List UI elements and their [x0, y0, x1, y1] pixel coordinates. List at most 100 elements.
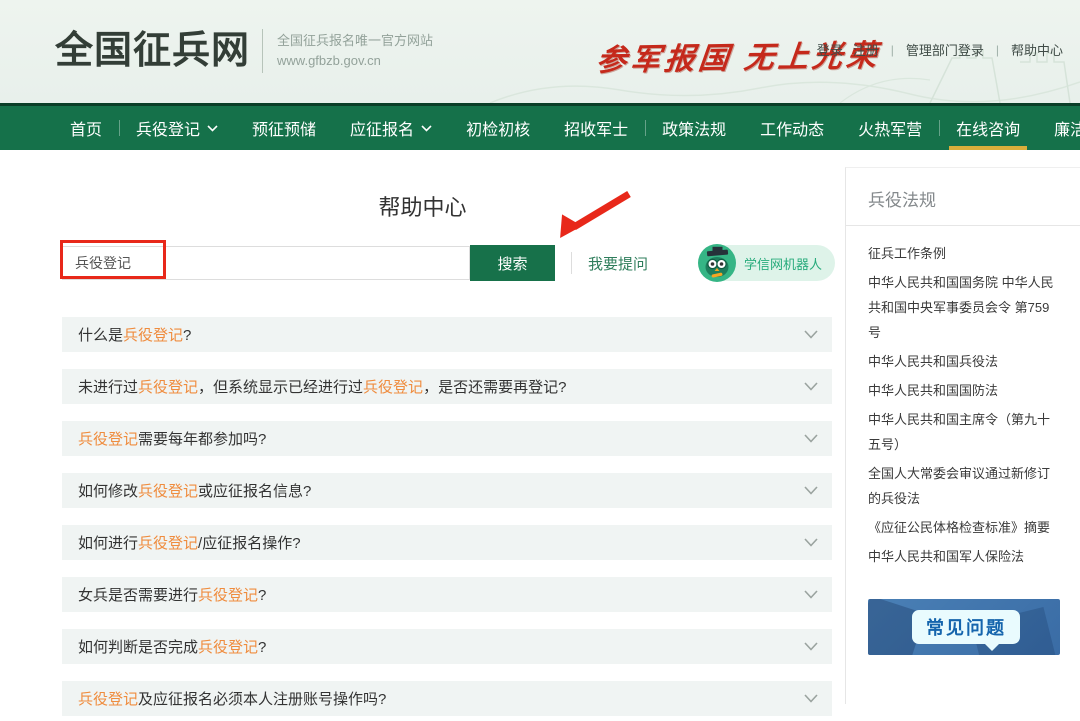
- search-input[interactable]: [62, 246, 470, 280]
- sidebar: 兵役法规 征兵工作条例中华人民共和国国务院 中华人民共和国中央军事委员会令 第7…: [845, 167, 1080, 704]
- highlighted-keyword: 兵役登记: [198, 587, 258, 604]
- logo-divider: [262, 29, 263, 73]
- faq-question: 未进行过兵役登记，但系统显示已经进行过兵役登记，是否还需要再登记?: [78, 376, 566, 397]
- nav-item-work-updates[interactable]: 工作动态: [743, 106, 841, 150]
- search-row: 搜索 我要提问 学信网机: [62, 245, 835, 281]
- chsi-robot-button[interactable]: 学信网机器人: [699, 245, 835, 281]
- nav-item-label: 火热军营: [858, 116, 922, 140]
- site-tagline: 全国征兵报名唯一官方网站 www.gfbzb.gov.cn: [277, 31, 433, 71]
- highlighted-keyword: 兵役登记: [78, 431, 138, 448]
- site-logo: 全国征兵网: [55, 27, 250, 75]
- nav-item-online-consultation[interactable]: 在线咨询: [939, 106, 1037, 150]
- question-text: ?: [183, 327, 191, 344]
- page: 全国征兵网 全国征兵报名唯一官方网站 www.gfbzb.gov.cn 参军报国…: [0, 0, 1080, 721]
- sidebar-links: 征兵工作条例中华人民共和国国务院 中华人民共和国中央军事委员会令 第759号中华…: [868, 241, 1062, 569]
- faq-question: 如何修改兵役登记或应征报名信息?: [78, 480, 311, 501]
- ask-question-link[interactable]: 我要提问: [588, 253, 648, 274]
- register-link[interactable]: 注册: [853, 40, 879, 59]
- nav-item-label: 初检初核: [466, 116, 530, 140]
- question-text: ?: [258, 587, 266, 604]
- faq-question: 兵役登记及应征报名必须本人注册账号操作吗?: [78, 688, 386, 709]
- chevron-down-icon: [804, 538, 818, 547]
- question-text: ，但系统显示已经进行过: [198, 379, 363, 396]
- nav-item-label: 在线咨询: [956, 116, 1020, 140]
- header-links: 登录注册 | 管理部门登录 | 帮助中心: [812, 40, 1068, 59]
- admin-login-link[interactable]: 管理部门登录: [906, 40, 984, 59]
- question-text: 需要每年都参加吗?: [138, 431, 266, 448]
- chevron-down-icon: [207, 125, 218, 132]
- site-header: 全国征兵网 全国征兵报名唯一官方网站 www.gfbzb.gov.cn 参军报国…: [0, 0, 1080, 103]
- faq-banner[interactable]: 常见问题: [868, 599, 1060, 655]
- chevron-down-icon: [804, 382, 818, 391]
- faq-item[interactable]: 如何进行兵役登记/应征报名操作?: [62, 525, 832, 560]
- faq-question: 如何判断是否完成兵役登记?: [78, 636, 266, 657]
- nav-item-label: 廉洁举报: [1054, 116, 1080, 140]
- question-text: 如何判断是否完成: [78, 639, 198, 656]
- nav-item-pre-recruitment-reserve[interactable]: 预征预储: [235, 106, 333, 150]
- nav-item-enlistment-application[interactable]: 应征报名: [333, 106, 449, 150]
- faq-item[interactable]: 未进行过兵役登记，但系统显示已经进行过兵役登记，是否还需要再登记?: [62, 369, 832, 404]
- nav-item-label: 工作动态: [760, 116, 824, 140]
- question-text: 及应征报名必须本人注册账号操作吗?: [138, 691, 386, 708]
- chevron-down-icon: [804, 330, 818, 339]
- faq-list: 什么是兵役登记?未进行过兵役登记，但系统显示已经进行过兵役登记，是否还需要再登记…: [62, 317, 832, 716]
- faq-banner-bubble: 常见问题: [912, 610, 1020, 644]
- faq-question: 女兵是否需要进行兵役登记?: [78, 584, 266, 605]
- faq-item[interactable]: 什么是兵役登记?: [62, 317, 832, 352]
- divider: [571, 252, 572, 274]
- highlighted-keyword: 兵役登记: [78, 691, 138, 708]
- nav-item-initial-exam-review[interactable]: 初检初核: [449, 106, 547, 150]
- help-center-panel: 帮助中心 搜索 我要提问: [0, 167, 845, 704]
- nav-item-label: 招收军士: [564, 116, 628, 140]
- question-text: 女兵是否需要进行: [78, 587, 198, 604]
- sidebar-link[interactable]: 中华人民共和国国防法: [868, 378, 1062, 403]
- nav-item-label: 首页: [70, 116, 102, 140]
- chevron-down-icon: [804, 694, 818, 703]
- separator: |: [996, 43, 999, 57]
- page-title: 帮助中心: [0, 193, 845, 223]
- question-text: /应征报名操作?: [198, 535, 301, 552]
- highlighted-keyword: 兵役登记: [198, 639, 258, 656]
- tagline-line1: 全国征兵报名唯一官方网站: [277, 31, 433, 51]
- nav-item-label: 政策法规: [662, 116, 726, 140]
- nav-item-home[interactable]: 首页: [53, 106, 119, 150]
- faq-item[interactable]: 如何判断是否完成兵役登记?: [62, 629, 832, 664]
- help-center-link[interactable]: 帮助中心: [1011, 40, 1063, 59]
- sidebar-link[interactable]: 中华人民共和国兵役法: [868, 349, 1062, 374]
- sidebar-link[interactable]: 中华人民共和国主席令（第九十五号）: [868, 407, 1062, 457]
- question-text: ?: [258, 639, 266, 656]
- nav-item-military-service-registration[interactable]: 兵役登记: [119, 106, 235, 150]
- faq-item[interactable]: 女兵是否需要进行兵役登记?: [62, 577, 832, 612]
- faq-item[interactable]: 兵役登记需要每年都参加吗?: [62, 421, 832, 456]
- content: 帮助中心 搜索 我要提问: [0, 167, 1080, 704]
- faq-item[interactable]: 兵役登记及应征报名必须本人注册账号操作吗?: [62, 681, 832, 716]
- faq-item[interactable]: 如何修改兵役登记或应征报名信息?: [62, 473, 832, 508]
- faq-question: 如何进行兵役登记/应征报名操作?: [78, 532, 301, 553]
- nav-item-integrity-report[interactable]: 廉洁举报: [1037, 106, 1080, 150]
- sidebar-title: 兵役法规: [868, 186, 1062, 211]
- chevron-down-icon: [804, 590, 818, 599]
- sidebar-link[interactable]: 征兵工作条例: [868, 241, 1062, 266]
- nav-item-nco-recruitment[interactable]: 招收军士: [547, 106, 645, 150]
- nav-item-policies-regulations[interactable]: 政策法规: [645, 106, 743, 150]
- divider: [846, 225, 1080, 226]
- highlighted-keyword: 兵役登记: [138, 483, 198, 500]
- login-link[interactable]: 登录: [817, 40, 843, 59]
- highlighted-keyword: 兵役登记: [138, 535, 198, 552]
- search-button[interactable]: 搜索: [470, 245, 555, 281]
- separator: |: [891, 43, 894, 57]
- tagline-line2: www.gfbzb.gov.cn: [277, 51, 433, 71]
- robot-label: 学信网机器人: [744, 254, 822, 273]
- sidebar-link[interactable]: 全国人大常委会审议通过新修订的兵役法: [868, 461, 1062, 511]
- chevron-down-icon: [421, 125, 432, 132]
- question-text: 或应征报名信息?: [198, 483, 311, 500]
- highlighted-keyword: 兵役登记: [363, 379, 423, 396]
- chevron-down-icon: [804, 486, 818, 495]
- sidebar-link[interactable]: 中华人民共和国国务院 中华人民共和国中央军事委员会令 第759号: [868, 270, 1062, 345]
- nav-item-label: 预征预储: [252, 116, 316, 140]
- question-text: 什么是: [78, 327, 123, 344]
- nav-item-military-camp[interactable]: 火热军营: [841, 106, 939, 150]
- faq-question: 兵役登记需要每年都参加吗?: [78, 428, 266, 449]
- sidebar-link[interactable]: 中华人民共和国军人保险法: [868, 544, 1062, 569]
- sidebar-link[interactable]: 《应征公民体格检查标准》摘要: [868, 515, 1062, 540]
